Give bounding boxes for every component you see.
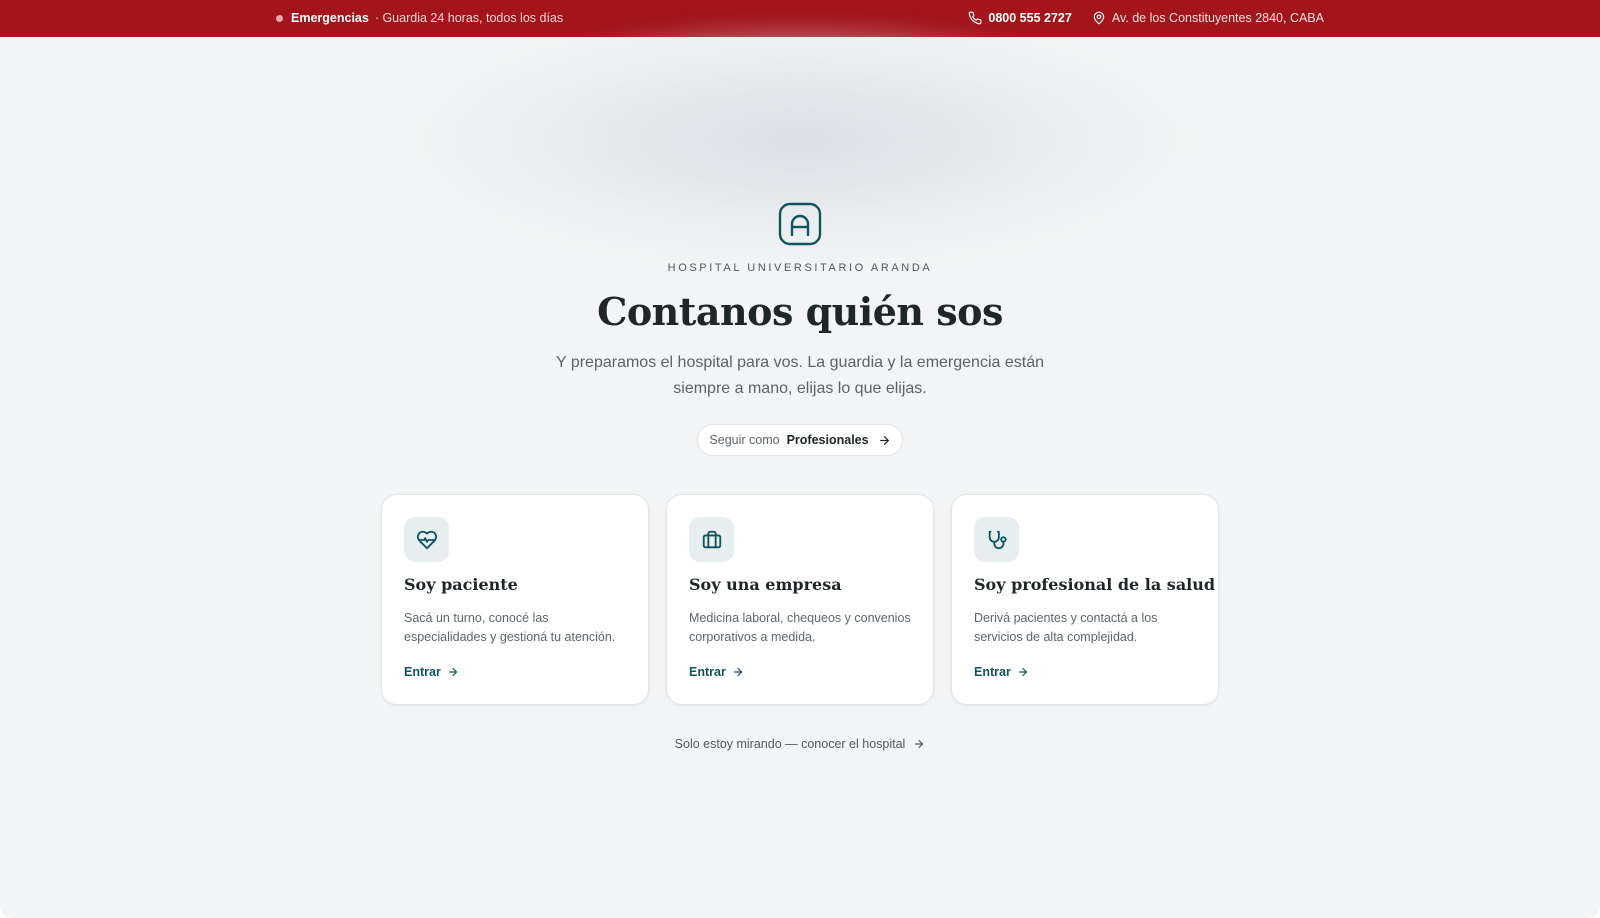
card-description: Derivá pacientes y contactá a los servic… (974, 611, 1158, 644)
browse-hospital: Solo estoy mirando — conocer el hospital (0, 737, 1600, 751)
audience-cards: Soy paciente Sacá un turno, conocé las e… (381, 494, 1219, 705)
briefcase-icon (702, 530, 721, 548)
arrow-right-icon (1018, 667, 1027, 677)
card-patient[interactable]: Soy paciente Sacá un turno, conocé las e… (381, 494, 649, 705)
enter-label: Entrar (404, 665, 441, 679)
arrow-right-icon (915, 739, 924, 749)
card-professional[interactable]: Soy profesional de la salud Derivá pacie… (951, 494, 1219, 705)
card-enter-link[interactable]: Entrar (974, 665, 1029, 679)
card-title: Soy una empresa (689, 575, 842, 594)
organization-name: HOSPITAL UNIVERSITARIO ARANDA (667, 262, 933, 274)
browse-hospital-label: Solo estoy mirando — conocer el hospital (674, 737, 906, 751)
card-description: Medicina laboral, chequeos y convenios c… (689, 611, 911, 644)
page-title: Contanos quién sos (597, 289, 1003, 334)
arrow-right-icon (733, 667, 742, 677)
card-enter-link[interactable]: Entrar (689, 665, 744, 679)
hospital-logo-icon (778, 202, 822, 246)
hero: HOSPITAL UNIVERSITARIO ARANDA Contanos q… (0, 0, 1600, 918)
browse-hospital-link[interactable]: Solo estoy mirando — conocer el hospital (675, 737, 926, 751)
heart-pulse-icon (416, 530, 437, 549)
card-icon-box (404, 517, 449, 562)
page-subtitle: Y preparamos el hospital para vos. La gu… (556, 354, 1044, 397)
arrow-right-icon (448, 667, 457, 677)
card-enter-link[interactable]: Entrar (404, 665, 459, 679)
arrow-right-icon (879, 435, 889, 445)
stethoscope-icon (988, 530, 1007, 549)
enter-label: Entrar (689, 665, 726, 679)
continue-as-value: Profesionales (786, 433, 869, 447)
enter-label: Entrar (974, 665, 1011, 679)
card-title: Soy profesional de la salud (974, 575, 1216, 594)
card-description: Sacá un turno, conocé las especialidades… (404, 611, 616, 644)
card-title: Soy paciente (404, 575, 518, 594)
continue-as-button[interactable]: Seguir como Profesionales (697, 424, 903, 456)
card-icon-box (974, 517, 1019, 562)
continue-as-prefix: Seguir como (709, 433, 780, 447)
page: Emergencias · Guardia 24 horas, todos lo… (0, 0, 1600, 918)
card-company[interactable]: Soy una empresa Medicina laboral, cheque… (666, 494, 934, 705)
card-icon-box (689, 517, 734, 562)
